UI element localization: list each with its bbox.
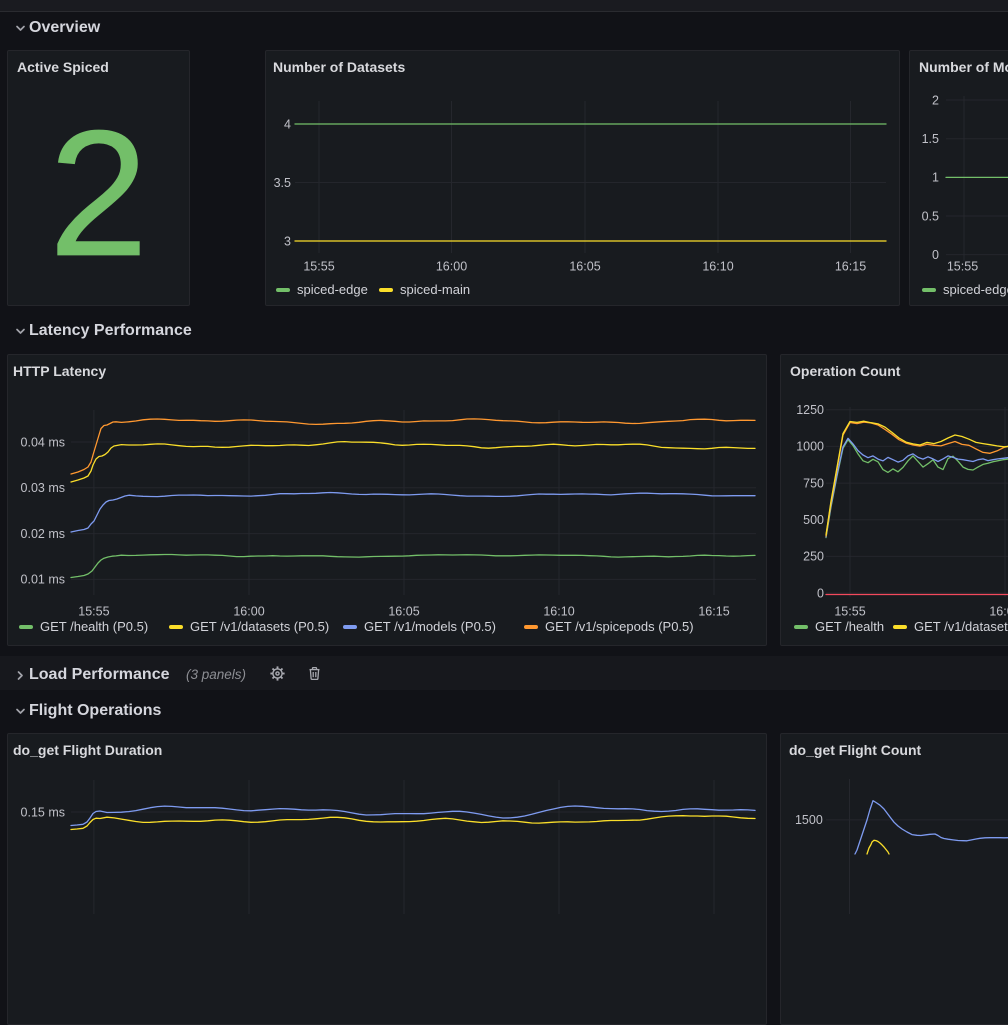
svg-text:0: 0: [932, 248, 939, 262]
svg-text:1000: 1000: [796, 440, 824, 454]
svg-text:750: 750: [803, 476, 824, 490]
svg-text:500: 500: [803, 513, 824, 527]
svg-text:0: 0: [817, 586, 824, 600]
svg-text:16:00: 16:00: [989, 604, 1008, 618]
svg-text:3.5: 3.5: [274, 176, 291, 190]
svg-text:15:55: 15:55: [834, 604, 865, 618]
svg-text:15:55: 15:55: [303, 260, 334, 274]
svg-text:15:55: 15:55: [78, 604, 109, 618]
svg-text:0.03 ms: 0.03 ms: [21, 481, 65, 495]
svg-text:0.04 ms: 0.04 ms: [21, 435, 65, 449]
svg-text:1.5: 1.5: [922, 132, 939, 146]
svg-text:16:05: 16:05: [569, 260, 600, 274]
svg-text:2: 2: [932, 93, 939, 107]
svg-text:16:15: 16:15: [698, 604, 729, 618]
svg-text:0.15 ms: 0.15 ms: [21, 805, 65, 819]
svg-text:1: 1: [932, 171, 939, 185]
svg-text:0.01 ms: 0.01 ms: [21, 573, 65, 587]
svg-text:1500: 1500: [795, 813, 823, 827]
svg-text:0.02 ms: 0.02 ms: [21, 527, 65, 541]
svg-text:15:55: 15:55: [947, 260, 978, 274]
svg-text:16:10: 16:10: [543, 604, 574, 618]
svg-text:16:10: 16:10: [702, 260, 733, 274]
svg-text:3: 3: [284, 234, 291, 248]
svg-text:1250: 1250: [796, 403, 824, 417]
svg-text:16:05: 16:05: [388, 604, 419, 618]
svg-text:16:00: 16:00: [233, 604, 264, 618]
svg-text:4: 4: [284, 117, 291, 131]
svg-text:250: 250: [803, 550, 824, 564]
svg-text:16:00: 16:00: [436, 260, 467, 274]
svg-text:0.5: 0.5: [922, 209, 939, 223]
svg-text:16:15: 16:15: [835, 260, 866, 274]
